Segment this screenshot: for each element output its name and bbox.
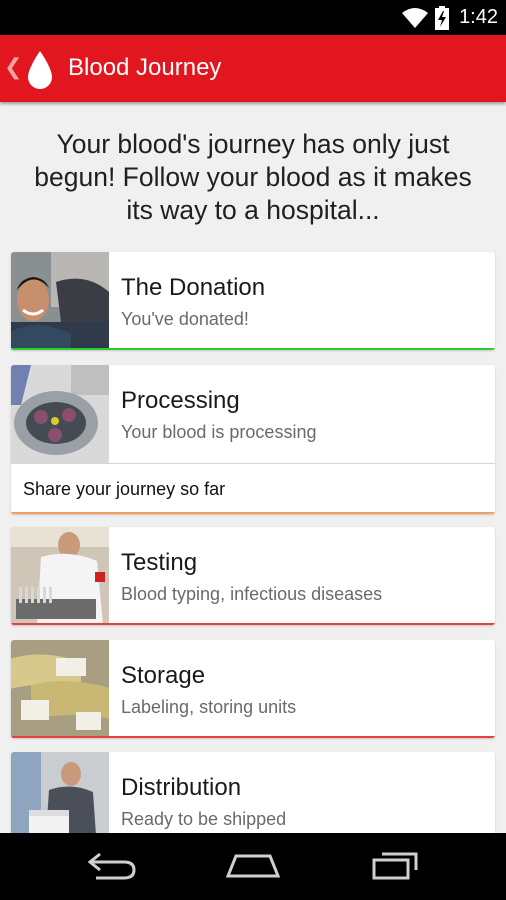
processing-photo <box>11 365 109 463</box>
step-card-testing[interactable]: Testing Blood typing, infectious disease… <box>11 527 495 625</box>
step-title: Processing <box>121 387 240 414</box>
step-subtitle: Your blood is processing <box>121 422 317 442</box>
step-subtitle: Blood typing, infectious diseases <box>121 584 383 604</box>
wifi-icon <box>402 7 429 28</box>
storage-photo <box>11 640 109 738</box>
step-subtitle: Ready to be shipped <box>121 809 287 829</box>
donation-photo <box>11 252 109 350</box>
blood-drop-icon[interactable] <box>26 50 54 90</box>
app-title: Blood Journey <box>68 54 222 81</box>
chevron-left-icon[interactable]: ❮ <box>4 55 22 80</box>
step-status-bar <box>11 512 495 514</box>
step-card-processing[interactable]: Processing Your blood is processing Shar… <box>11 365 495 514</box>
step-title: Distribution <box>121 774 242 801</box>
share-journey-button[interactable]: Share your journey so far <box>11 463 495 514</box>
step-title: Testing <box>121 549 198 576</box>
share-journey-label: Share your journey so far <box>23 479 226 499</box>
home-icon[interactable] <box>224 850 282 880</box>
app-bar: ❮ Blood Journey <box>0 35 506 102</box>
testing-photo <box>11 527 109 625</box>
step-subtitle: Labeling, storing units <box>121 697 297 717</box>
recents-icon[interactable] <box>370 850 422 880</box>
step-card-donation[interactable]: The Donation You've donated! <box>11 252 495 350</box>
step-status-bar <box>11 348 495 350</box>
status-bar: 1:42 <box>0 0 506 35</box>
intro-text: Your blood's journey has only just begun… <box>34 129 472 225</box>
step-status-bar <box>11 623 495 625</box>
system-nav-bar <box>0 833 506 900</box>
step-title: The Donation <box>121 274 266 301</box>
battery-charging-icon <box>435 5 450 30</box>
step-title: Storage <box>121 662 206 689</box>
back-icon[interactable] <box>86 850 138 880</box>
step-subtitle: You've donated! <box>121 309 249 329</box>
step-status-bar <box>11 736 495 738</box>
step-card-storage[interactable]: Storage Labeling, storing units <box>11 640 495 738</box>
status-time: 1:42 <box>459 6 498 28</box>
